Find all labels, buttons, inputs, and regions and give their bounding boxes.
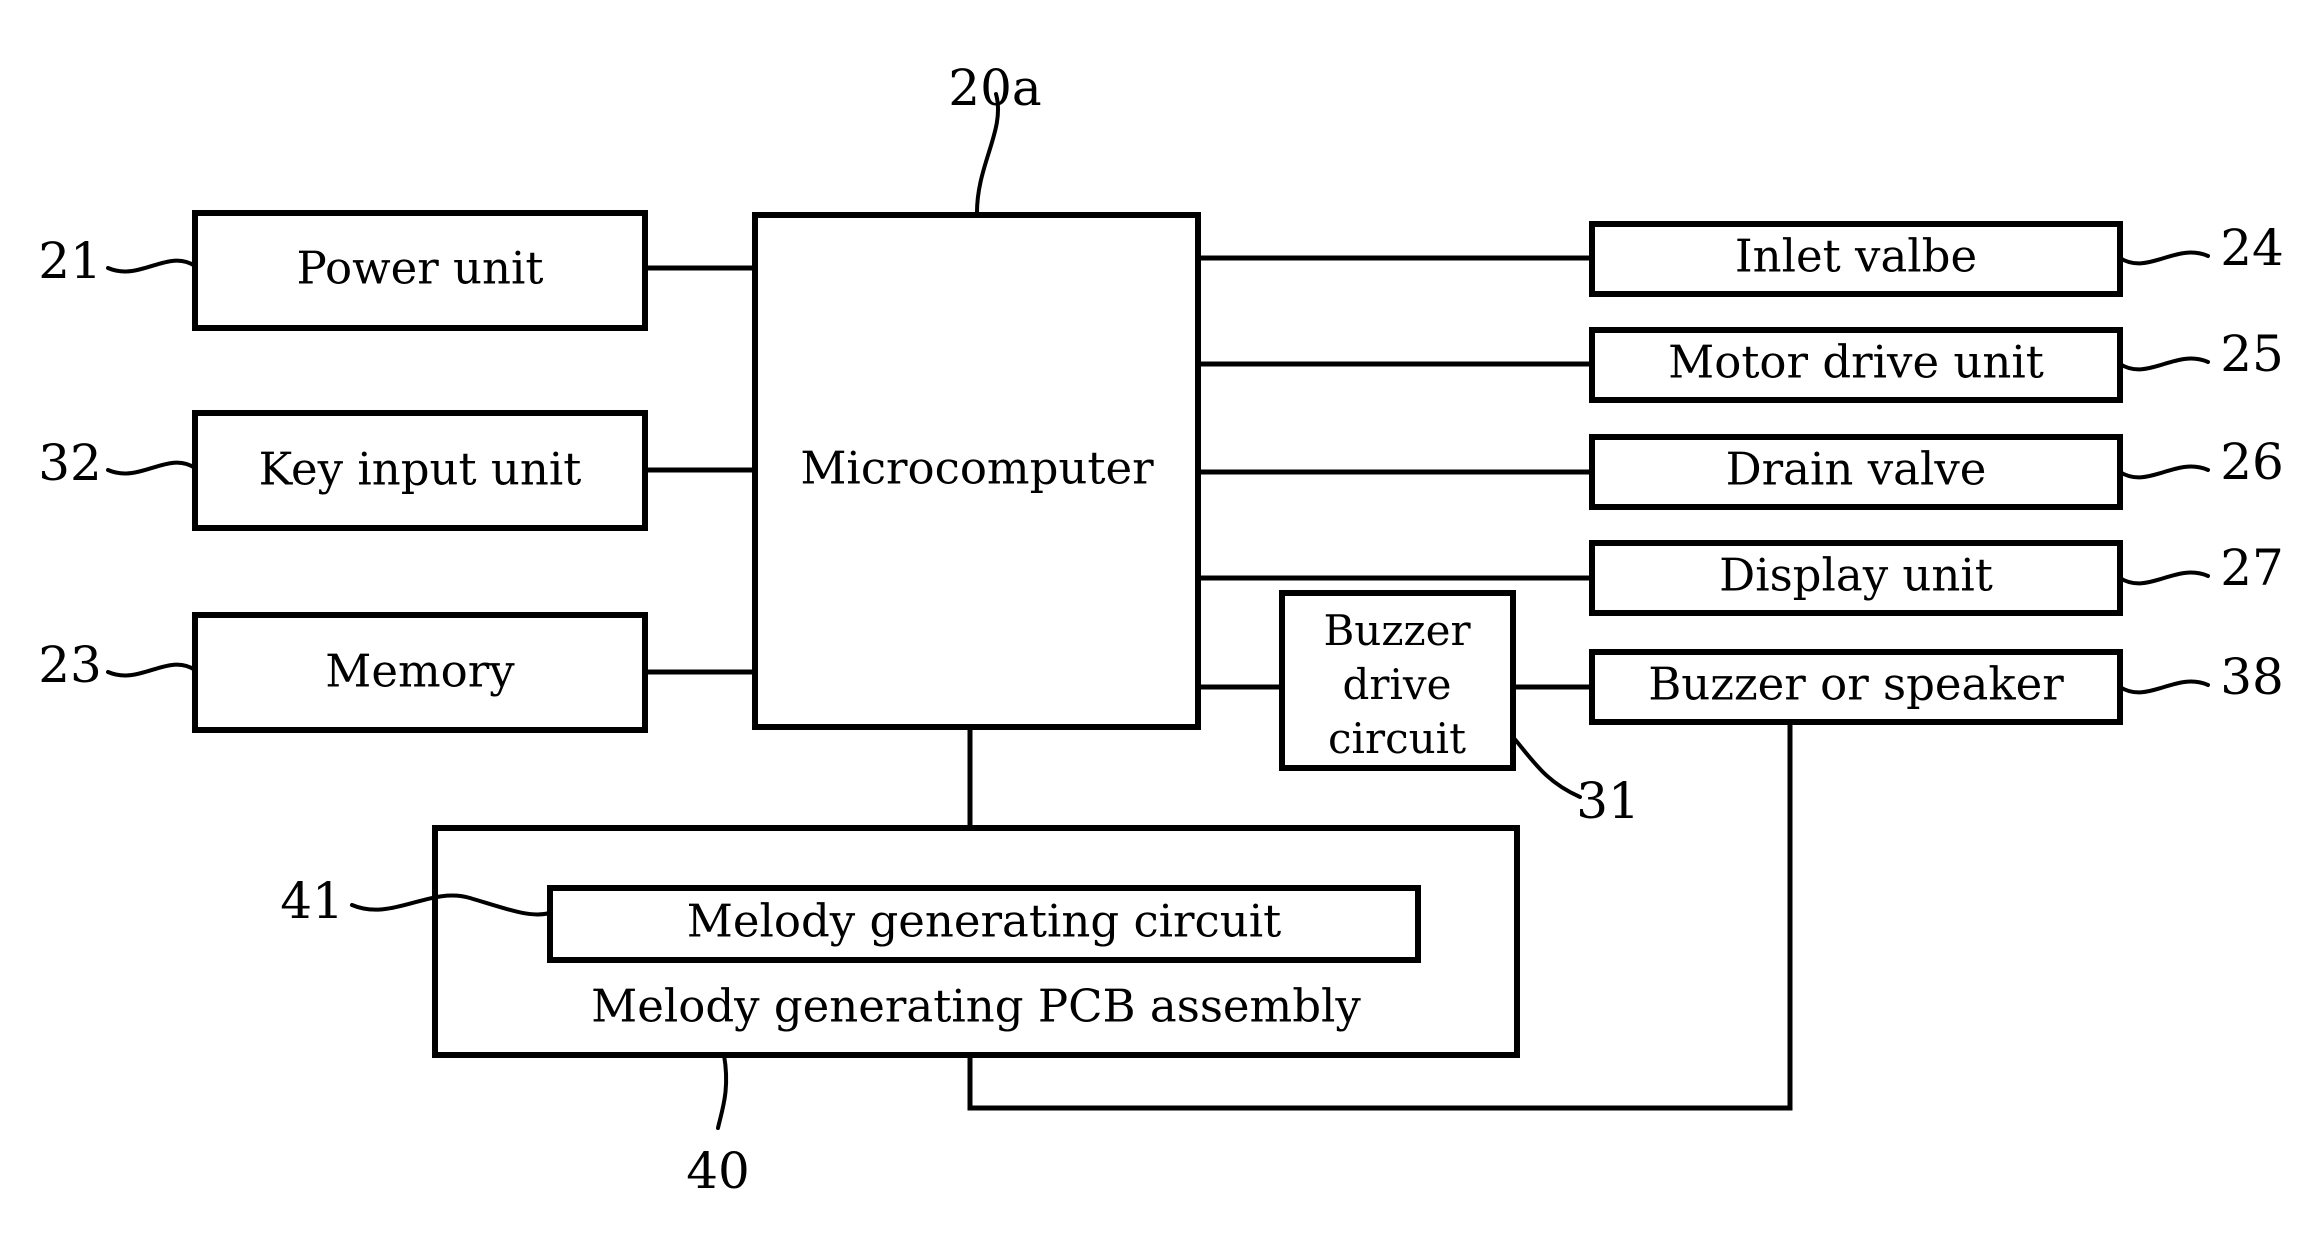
microcomputer-label: Microcomputer xyxy=(800,442,1154,495)
drain-valve-label: Drain valve xyxy=(1726,443,1987,496)
block-key-input-unit[interactable]: Key input unit xyxy=(192,410,648,531)
leader-31 xyxy=(1511,735,1582,799)
leader-26 xyxy=(2118,464,2210,480)
leader-23 xyxy=(106,662,197,678)
block-diagram-canvas: Power unit Key input unit Memory Microco… xyxy=(38,59,2284,1200)
melody-generating-circuit-label: Melody generating circuit xyxy=(687,895,1281,948)
ref-numeral-25: 25 xyxy=(2220,325,2284,383)
ref-numeral-41: 41 xyxy=(280,872,344,930)
block-buzzer-drive-circuit[interactable]: Buzzer drive circuit xyxy=(1279,590,1516,771)
leader-32 xyxy=(106,460,197,476)
block-melody-generating-circuit[interactable]: Melody generating circuit xyxy=(547,885,1421,963)
leader-27 xyxy=(2118,570,2210,586)
key-input-unit-label: Key input unit xyxy=(259,443,582,496)
ref-numeral-27: 27 xyxy=(2220,539,2284,597)
buzzer-drive-circuit-label-line2: drive xyxy=(1343,660,1452,709)
ref-numeral-32: 32 xyxy=(38,434,102,492)
melody-pcb-assembly-label: Melody generating PCB assembly xyxy=(591,980,1361,1033)
block-power-unit[interactable]: Power unit xyxy=(192,210,648,331)
block-memory[interactable]: Memory xyxy=(192,612,648,733)
leader-38 xyxy=(2118,679,2210,695)
leader-24 xyxy=(2118,250,2210,266)
ref-numeral-24: 24 xyxy=(2220,219,2284,277)
ref-numeral-21: 21 xyxy=(38,232,102,290)
patent-figure: Power unit Key input unit Memory Microco… xyxy=(0,0,2324,1258)
leader-21 xyxy=(106,258,197,274)
ref-numeral-38: 38 xyxy=(2220,648,2284,706)
block-microcomputer[interactable]: Microcomputer xyxy=(752,212,1201,730)
ref-numeral-40: 40 xyxy=(686,1142,750,1200)
block-motor-drive-unit[interactable]: Motor drive unit xyxy=(1589,327,2123,403)
block-buzzer-or-speaker[interactable]: Buzzer or speaker xyxy=(1589,649,2123,725)
ref-numeral-23: 23 xyxy=(38,636,102,694)
display-unit-label: Display unit xyxy=(1719,549,1993,602)
memory-label: Memory xyxy=(325,645,515,698)
buzzer-drive-circuit-label-line1: Buzzer xyxy=(1323,606,1471,655)
block-display-unit[interactable]: Display unit xyxy=(1589,540,2123,616)
block-inlet-valve[interactable]: Inlet valbe xyxy=(1589,221,2123,297)
buzzer-drive-circuit-label-line3: circuit xyxy=(1328,714,1466,763)
ref-numeral-20a: 20a xyxy=(948,59,1041,117)
inlet-valve-label: Inlet valbe xyxy=(1735,230,1977,283)
leader-40 xyxy=(716,1053,729,1130)
leader-25 xyxy=(2118,356,2210,372)
buzzer-or-speaker-label: Buzzer or speaker xyxy=(1648,658,2064,711)
block-drain-valve[interactable]: Drain valve xyxy=(1589,434,2123,510)
power-unit-label: Power unit xyxy=(297,242,544,295)
ref-numeral-31: 31 xyxy=(1576,772,1640,830)
ref-numeral-26: 26 xyxy=(2220,433,2284,491)
motor-drive-unit-label: Motor drive unit xyxy=(1668,336,2044,389)
